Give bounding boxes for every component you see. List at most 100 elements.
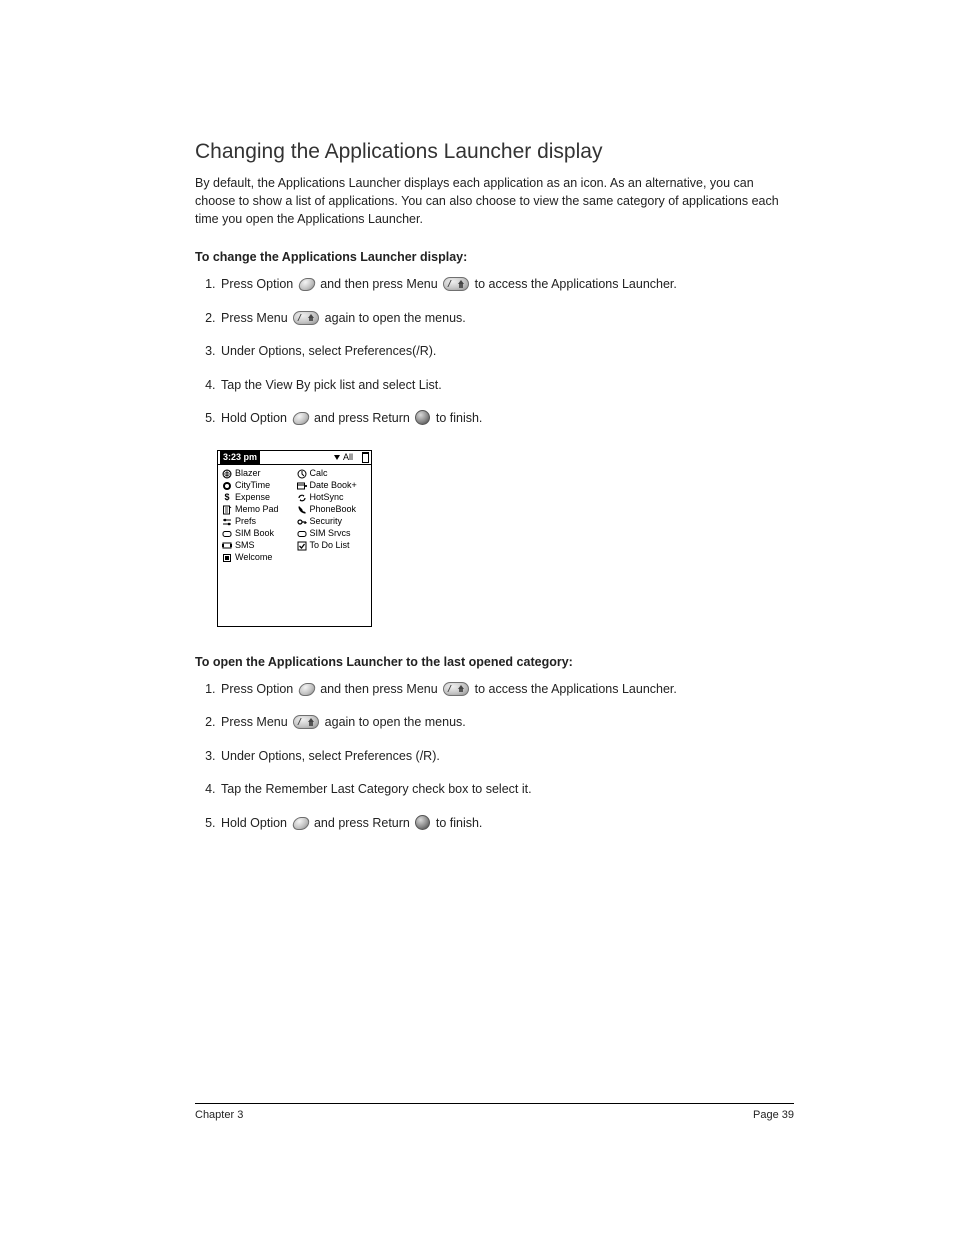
palm-time: 3:23 pm	[220, 451, 260, 464]
palm-app-label: SIM Book	[235, 529, 274, 538]
palm-app-grid: Blazer CityTime $Expense Memo Pad Prefs …	[218, 465, 371, 626]
step-text: Press Option	[221, 277, 293, 291]
document-page: Changing the Applications Launcher displ…	[0, 0, 954, 1235]
dropdown-arrow-icon	[334, 455, 340, 460]
step: Hold Option and press Return to finish.	[219, 815, 794, 833]
step-text: again to open the menus.	[325, 715, 466, 729]
option-key-icon	[297, 278, 316, 291]
section1-steps: Press Option and then press Menu to acce…	[195, 276, 794, 428]
palm-app: $Expense	[222, 492, 293, 504]
memo-icon	[222, 505, 232, 515]
step: Press Option and then press Menu to acce…	[219, 681, 794, 699]
palm-app-label: Security	[310, 517, 343, 526]
palm-app-label: SMS	[235, 541, 255, 550]
sliders-icon	[222, 517, 232, 527]
palm-app-label: CityTime	[235, 481, 270, 490]
step-text: Press Option	[221, 682, 293, 696]
hotsync-icon	[297, 493, 307, 503]
palm-app: SMS	[222, 540, 293, 552]
palm-app-label: To Do List	[310, 541, 350, 550]
step-text: Tap the Remember Last Category check box…	[221, 782, 532, 796]
palm-app: SIM Book	[222, 528, 293, 540]
step-text: to finish.	[436, 816, 483, 830]
dollar-icon: $	[222, 493, 232, 503]
step: Tap the View By pick list and select Lis…	[219, 377, 794, 395]
checkbox-icon	[297, 541, 307, 551]
section1-heading: To change the Applications Launcher disp…	[195, 250, 794, 264]
palm-app-label: Prefs	[235, 517, 256, 526]
step-text: and then press Menu	[320, 277, 437, 291]
option-key-icon	[291, 817, 310, 830]
palm-header: 3:23 pm All	[218, 451, 371, 465]
return-key-icon	[415, 410, 430, 425]
calc-icon	[297, 469, 307, 479]
step-text: to access the Applications Launcher.	[475, 682, 677, 696]
step-text: Hold Option	[221, 816, 287, 830]
palm-app: Date Book+	[297, 480, 368, 492]
palm-category: All	[334, 452, 369, 463]
palm-app: Blazer	[222, 468, 293, 480]
palm-app: PhoneBook	[297, 504, 368, 516]
palm-app-label: Memo Pad	[235, 505, 279, 514]
palm-app-label: HotSync	[310, 493, 344, 502]
menu-key-icon	[443, 682, 469, 696]
sim-icon	[222, 529, 232, 539]
palm-app-label: Calc	[310, 469, 328, 478]
palm-app-label: SIM Srvcs	[310, 529, 351, 538]
palm-category-label: All	[343, 453, 353, 462]
globe-dark-icon	[222, 481, 232, 491]
battery-icon	[362, 452, 369, 463]
step-text: Tap the View By pick list and select Lis…	[221, 378, 442, 392]
step-text: and press Return	[314, 816, 410, 830]
intro-paragraph: By default, the Applications Launcher di…	[195, 174, 794, 228]
globe-icon	[222, 469, 232, 479]
step: Tap the Remember Last Category check box…	[219, 781, 794, 799]
palm-app-label: PhoneBook	[310, 505, 357, 514]
palm-app: Security	[297, 516, 368, 528]
option-key-icon	[291, 412, 310, 425]
menu-key-icon	[293, 715, 319, 729]
step-text: and press Return	[314, 411, 410, 425]
step-text: Hold Option	[221, 411, 287, 425]
sms-icon	[222, 541, 232, 551]
step: Press Menu again to open the menus.	[219, 714, 794, 732]
step: Press Menu again to open the menus.	[219, 310, 794, 328]
section2-heading: To open the Applications Launcher to the…	[195, 655, 794, 669]
palm-app-label: Expense	[235, 493, 270, 502]
palm-app: HotSync	[297, 492, 368, 504]
option-key-icon	[297, 683, 316, 696]
sim-icon	[297, 529, 307, 539]
welcome-icon	[222, 553, 232, 563]
palm-app: Prefs	[222, 516, 293, 528]
step: Hold Option and press Return to finish.	[219, 410, 794, 428]
step-text: Under Options, select Preferences(/R).	[221, 344, 436, 358]
palm-app: Memo Pad	[222, 504, 293, 516]
palm-app: CityTime	[222, 480, 293, 492]
return-key-icon	[415, 815, 430, 830]
menu-key-icon	[443, 277, 469, 291]
palm-app: To Do List	[297, 540, 368, 552]
step-text: Press Menu	[221, 311, 288, 325]
palm-app: SIM Srvcs	[297, 528, 368, 540]
palm-app: Welcome	[222, 552, 293, 564]
palm-app: Calc	[297, 468, 368, 480]
step: Press Option and then press Menu to acce…	[219, 276, 794, 294]
step-text: to access the Applications Launcher.	[475, 277, 677, 291]
phone-icon	[297, 505, 307, 515]
section2-steps: Press Option and then press Menu to acce…	[195, 681, 794, 833]
datebook-icon	[297, 481, 307, 491]
step-text: to finish.	[436, 411, 483, 425]
page-title: Changing the Applications Launcher displ…	[195, 140, 794, 164]
step-text: and then press Menu	[320, 682, 437, 696]
step: Under Options, select Preferences (/R).	[219, 748, 794, 766]
step-text: Under Options, select Preferences (/R).	[221, 749, 440, 763]
footer-right: Page 39	[753, 1109, 794, 1121]
key-icon	[297, 517, 307, 527]
step-text: again to open the menus.	[325, 311, 466, 325]
menu-key-icon	[293, 311, 319, 325]
palm-app-label: Blazer	[235, 469, 261, 478]
step: Under Options, select Preferences(/R).	[219, 343, 794, 361]
palm-screenshot: 3:23 pm All Blazer CityTime $Expense Mem…	[217, 450, 372, 627]
palm-app-label: Welcome	[235, 553, 272, 562]
footer-left: Chapter 3	[195, 1109, 243, 1121]
